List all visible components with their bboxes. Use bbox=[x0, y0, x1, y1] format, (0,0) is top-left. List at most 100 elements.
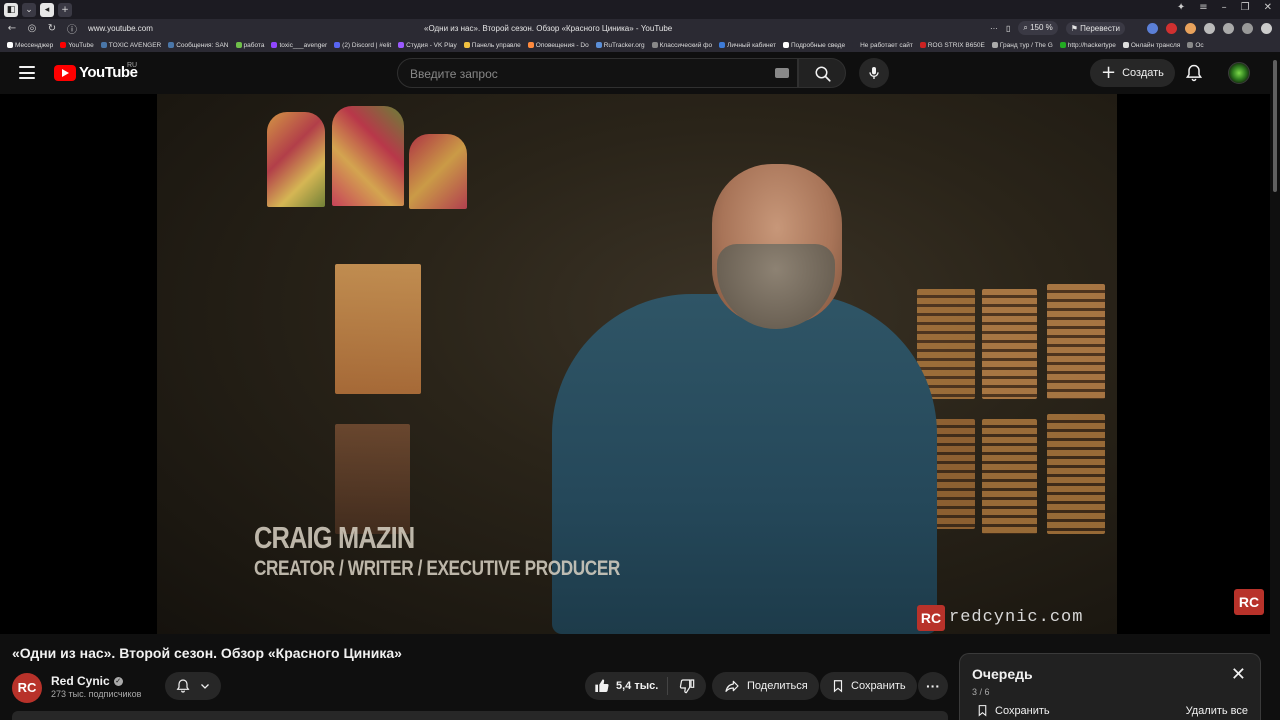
share-label: Поделиться bbox=[747, 680, 808, 692]
bookmark-label: работа bbox=[243, 41, 265, 49]
bookmark-item[interactable]: YouTube bbox=[60, 42, 94, 49]
pin-icon[interactable]: ✦ bbox=[1177, 2, 1185, 13]
youtube-logo[interactable]: YouTube bbox=[54, 64, 138, 81]
bookmark-item[interactable]: Классический фо bbox=[651, 42, 712, 49]
bookmark-item[interactable]: Подробные сведе bbox=[783, 42, 845, 49]
dislike-button[interactable] bbox=[668, 678, 706, 694]
extension-icon[interactable] bbox=[1147, 22, 1158, 34]
bookmark-item[interactable]: Оповещения - Do bbox=[527, 42, 589, 49]
verified-icon: ✓ bbox=[113, 676, 123, 686]
translate-button[interactable]: ⚑ Перевести bbox=[1065, 21, 1125, 35]
bookmark-icon[interactable]: ▯ bbox=[1006, 24, 1010, 33]
queue-save-button[interactable]: Сохранить bbox=[976, 703, 1050, 718]
channel-name-row[interactable]: Red Cynic ✓ bbox=[51, 674, 123, 688]
bookmark-item[interactable]: Ос bbox=[1187, 42, 1204, 49]
video-player[interactable]: CRAIG MAZIN CREATOR / WRITER / EXECUTIVE… bbox=[0, 94, 1270, 634]
subscription-bell-button[interactable] bbox=[165, 672, 221, 700]
bookmark-item[interactable]: Сообщения: SAN bbox=[168, 41, 229, 49]
bookmark-item[interactable]: Студия - VK Play bbox=[398, 42, 457, 49]
extension-icon[interactable] bbox=[1261, 22, 1272, 34]
new-tab-icon[interactable]: + bbox=[58, 2, 72, 17]
minimize-icon[interactable]: – bbox=[1222, 2, 1227, 13]
bookmark-favicon-icon bbox=[527, 42, 534, 48]
bookmark-favicon-icon bbox=[100, 42, 107, 48]
channel-avatar[interactable]: RC bbox=[12, 673, 42, 703]
back-icon[interactable]: ← bbox=[4, 23, 20, 34]
region-code: RU bbox=[127, 62, 138, 69]
extension-icon[interactable] bbox=[1185, 22, 1196, 34]
site-info-icon[interactable]: ⓘ bbox=[64, 21, 80, 36]
video-title: «Одни из нас». Второй сезон. Обзор «Крас… bbox=[12, 645, 402, 661]
guide-menu-icon[interactable] bbox=[19, 66, 35, 79]
bookmark-item[interactable]: toxic___avenger bbox=[271, 42, 327, 49]
window-shutter bbox=[982, 419, 1037, 534]
bookmark-item[interactable]: (2) Discord | #elit bbox=[334, 42, 391, 49]
search-input[interactable]: Введите запрос bbox=[410, 67, 498, 81]
menu-icon[interactable]: ≡ bbox=[1199, 2, 1207, 13]
clear-queue-button[interactable]: Удалить все bbox=[1186, 705, 1248, 717]
save-button[interactable]: Сохранить bbox=[820, 672, 917, 700]
url-field[interactable]: www.youtube.com bbox=[88, 24, 288, 33]
bookmark-item[interactable]: ROG STRIX B650E bbox=[919, 41, 985, 49]
extension-icon[interactable] bbox=[1242, 22, 1253, 34]
bookmark-item[interactable]: http://hackertype bbox=[1059, 41, 1116, 49]
security-icon[interactable]: ◎ bbox=[24, 23, 40, 34]
bookmark-label: Сообщения: SAN bbox=[176, 41, 229, 49]
more-actions-button[interactable]: ··· bbox=[918, 672, 948, 700]
bookmark-label: RuTracker.org bbox=[603, 41, 645, 49]
bookmark-favicon-icon bbox=[595, 42, 602, 48]
bookmark-label: Мессенджер bbox=[15, 41, 54, 49]
bookmark-item[interactable]: Онлайн трансля bbox=[1122, 42, 1180, 49]
notifications-bell-icon[interactable] bbox=[1184, 63, 1204, 83]
bookmark-label: ROG STRIX B650E bbox=[927, 41, 985, 49]
bell-icon bbox=[176, 679, 190, 693]
bookmark-favicon-icon bbox=[271, 42, 278, 48]
bookmark-item[interactable]: Не работает сайт bbox=[852, 42, 913, 49]
channel-branding-badge[interactable]: RC bbox=[1234, 589, 1264, 615]
bookmark-item[interactable]: работа bbox=[235, 41, 265, 49]
bookmark-item[interactable]: Панель управле bbox=[463, 42, 521, 49]
thumbs-down-icon bbox=[679, 679, 695, 694]
create-button[interactable]: + Создать bbox=[1090, 59, 1175, 87]
close-queue-icon[interactable]: ✕ bbox=[1231, 666, 1246, 684]
active-tab[interactable]: ◂ bbox=[40, 2, 54, 17]
more-options-icon[interactable]: ··· bbox=[990, 24, 998, 33]
bookmark-favicon-icon bbox=[783, 42, 789, 48]
bookmark-item[interactable]: TOXIC AVENGER bbox=[100, 42, 161, 49]
restore-icon[interactable]: ❐ bbox=[1241, 2, 1250, 13]
stained-glass-window bbox=[332, 106, 404, 206]
account-avatar[interactable] bbox=[1228, 62, 1250, 84]
channel-name[interactable]: Red Cynic bbox=[51, 674, 110, 688]
scrollbar-thumb[interactable] bbox=[1273, 60, 1277, 192]
extension-icon[interactable] bbox=[1204, 22, 1215, 34]
bookmark-label: Подробные сведе bbox=[791, 41, 846, 49]
bookmark-favicon-icon bbox=[991, 42, 998, 48]
share-button[interactable]: Поделиться bbox=[712, 672, 819, 700]
bookmark-save-icon bbox=[833, 680, 843, 693]
description-box[interactable] bbox=[12, 711, 948, 720]
browser-menu-icon[interactable]: ◧ bbox=[4, 2, 18, 17]
search-icon bbox=[815, 66, 831, 82]
reload-icon[interactable]: ↻ bbox=[44, 23, 60, 34]
keyboard-icon[interactable] bbox=[775, 68, 789, 78]
microphone-icon bbox=[869, 67, 879, 79]
bookmark-item[interactable]: Гранд тур / The G bbox=[991, 42, 1053, 49]
extension-icon[interactable] bbox=[1166, 22, 1177, 34]
extension-icon[interactable] bbox=[1223, 22, 1234, 34]
bookmark-item[interactable]: Мессенджер bbox=[7, 42, 53, 49]
queue-title: Очередь bbox=[972, 666, 1033, 682]
zoom-level[interactable]: ⌕ 150 % bbox=[1018, 21, 1058, 35]
voice-search-button[interactable] bbox=[859, 58, 889, 88]
like-button[interactable]: 5,4 тыс. bbox=[585, 678, 667, 694]
bookmark-item[interactable]: RuTracker.org bbox=[595, 41, 645, 49]
close-window-icon[interactable]: ✕ bbox=[1264, 2, 1272, 13]
bookmark-label: http://hackertype bbox=[1067, 41, 1116, 49]
like-dislike-group: 5,4 тыс. bbox=[585, 672, 706, 700]
search-button[interactable] bbox=[798, 58, 846, 88]
zoom-label: 150 % bbox=[1030, 23, 1053, 32]
save-label: Сохранить bbox=[851, 680, 906, 692]
bookmark-item[interactable]: Личный кабинет bbox=[719, 42, 776, 49]
tab-list-icon[interactable]: ⌄ bbox=[22, 2, 36, 17]
search-box[interactable]: Введите запрос bbox=[397, 58, 798, 88]
youtube-header: YouTube RU Введите запрос + Создать bbox=[0, 52, 1270, 94]
